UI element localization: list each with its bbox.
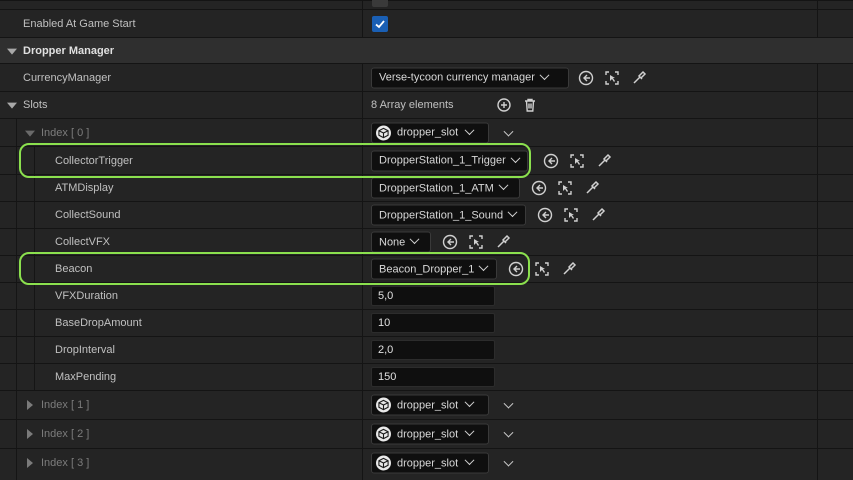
vfx-duration-label: VFXDuration xyxy=(55,290,118,302)
max-pending-input[interactable]: 150 xyxy=(371,367,495,387)
index-2-value: dropper_slot xyxy=(397,428,459,440)
beacon-row: Beacon Beacon_Dropper_1 xyxy=(0,255,853,282)
vfx-label: CollectVFX xyxy=(55,236,111,248)
trash-icon[interactable] xyxy=(521,96,539,114)
index-0-row: Index [ 0 ] dropper_slot xyxy=(0,118,853,146)
atm-value: DropperStation_1_ATM xyxy=(379,182,494,194)
eyedropper-icon[interactable] xyxy=(595,152,613,170)
browse-back-icon[interactable] xyxy=(536,206,554,224)
vfx-duration-input[interactable]: 5,0 xyxy=(371,286,495,306)
atm-display-row: ATMDisplay DropperStation_1_ATM xyxy=(0,174,853,201)
index-3-options-chevron-icon[interactable] xyxy=(503,456,514,467)
drop-interval-row: DropInterval 2,0 xyxy=(0,336,853,363)
index-1-dropdown[interactable]: dropper_slot xyxy=(371,394,489,416)
index-0-label: Index [ 0 ] xyxy=(41,126,90,139)
index-1-expand-arrow-icon[interactable] xyxy=(27,400,33,410)
sound-value: DropperStation_1_Sound xyxy=(379,209,504,221)
atm-label: ATMDisplay xyxy=(55,182,114,194)
enabled-checkbox[interactable] xyxy=(372,15,388,32)
index-2-options-chevron-icon[interactable] xyxy=(503,427,514,438)
cube-icon xyxy=(376,426,391,442)
atm-dropdown[interactable]: DropperStation_1_ATM xyxy=(371,177,520,199)
index-1-options-chevron-icon[interactable] xyxy=(503,398,514,409)
slots-row: Slots 8 Array elements xyxy=(0,91,853,118)
index-1-label: Index [ 1 ] xyxy=(41,399,90,411)
collector-value: DropperStation_1_Trigger xyxy=(379,154,506,167)
index-3-row: Index [ 3 ] dropper_slot xyxy=(0,448,853,480)
category-title: Dropper Manager xyxy=(23,44,115,57)
select-actor-icon[interactable] xyxy=(467,233,485,251)
vfx-dropdown[interactable]: None xyxy=(371,231,431,253)
max-pending-row: MaxPending 150 xyxy=(0,363,853,390)
drop-interval-label: DropInterval xyxy=(55,344,115,356)
select-actor-icon[interactable] xyxy=(603,69,621,87)
slots-expand-arrow-icon[interactable] xyxy=(7,102,17,109)
browse-back-icon[interactable] xyxy=(577,69,595,87)
eyedropper-icon[interactable] xyxy=(583,179,601,197)
index-0-expand-arrow-icon[interactable] xyxy=(25,130,35,137)
eyedropper-icon[interactable] xyxy=(630,69,648,87)
checkmark-icon xyxy=(375,19,385,28)
collect-vfx-row: CollectVFX None xyxy=(0,228,853,255)
max-pending-label: MaxPending xyxy=(55,371,117,383)
browse-back-icon[interactable] xyxy=(507,260,525,278)
index-2-row: Index [ 2 ] dropper_slot xyxy=(0,419,853,448)
index-2-dropdown[interactable]: dropper_slot xyxy=(371,423,489,445)
sound-dropdown[interactable]: DropperStation_1_Sound xyxy=(371,204,526,226)
partial-checkbox[interactable] xyxy=(372,0,388,7)
currency-value: Verse-tycoon currency manager xyxy=(379,71,535,84)
base-drop-amount-row: BaseDropAmount 10 xyxy=(0,309,853,336)
currency-dropdown[interactable]: Verse-tycoon currency manager xyxy=(371,67,569,88)
enabled-label: Enabled At Game Start xyxy=(23,17,136,30)
currency-manager-row: CurrencyManager Verse-tycoon currency ma… xyxy=(0,63,853,91)
sound-label: CollectSound xyxy=(55,209,121,221)
base-drop-input[interactable]: 10 xyxy=(371,313,495,333)
collector-dropdown[interactable]: DropperStation_1_Trigger xyxy=(371,150,528,171)
enabled-at-game-start-row: Enabled At Game Start xyxy=(0,9,853,37)
currency-label: CurrencyManager xyxy=(23,71,112,84)
eyedropper-icon[interactable] xyxy=(494,233,512,251)
index-3-value: dropper_slot xyxy=(397,457,459,469)
select-actor-icon[interactable] xyxy=(533,260,551,278)
beacon-dropdown[interactable]: Beacon_Dropper_1 xyxy=(371,258,497,280)
index-0-value: dropper_slot xyxy=(397,126,459,139)
index-2-label: Index [ 2 ] xyxy=(41,428,90,440)
select-actor-icon[interactable] xyxy=(556,179,574,197)
browse-back-icon[interactable] xyxy=(542,152,560,170)
index-3-expand-arrow-icon[interactable] xyxy=(27,458,33,468)
cube-icon xyxy=(376,125,391,140)
index-2-expand-arrow-icon[interactable] xyxy=(27,429,33,439)
add-element-icon[interactable] xyxy=(495,96,513,114)
collector-label: CollectorTrigger xyxy=(55,154,133,167)
eyedropper-icon[interactable] xyxy=(589,206,607,224)
index-1-row: Index [ 1 ] dropper_slot xyxy=(0,390,853,419)
partial-row xyxy=(0,0,853,9)
drop-interval-input[interactable]: 2,0 xyxy=(371,340,495,360)
collector-trigger-row: CollectorTrigger DropperStation_1_Trigge… xyxy=(0,146,853,174)
collect-sound-row: CollectSound DropperStation_1_Sound xyxy=(0,201,853,228)
select-actor-icon[interactable] xyxy=(568,152,586,170)
eyedropper-icon[interactable] xyxy=(560,260,578,278)
base-drop-label: BaseDropAmount xyxy=(55,317,142,329)
slots-label: Slots xyxy=(23,99,48,111)
index-0-dropdown[interactable]: dropper_slot xyxy=(371,122,489,143)
vfx-duration-row: VFXDuration 5,0 xyxy=(0,282,853,309)
index-1-value: dropper_slot xyxy=(397,399,459,411)
index-0-options-chevron-icon[interactable] xyxy=(503,126,514,137)
browse-back-icon[interactable] xyxy=(530,179,548,197)
index-3-dropdown[interactable]: dropper_slot xyxy=(371,452,489,474)
index-3-label: Index [ 3 ] xyxy=(41,457,90,469)
slots-count: 8 Array elements xyxy=(371,99,454,111)
select-actor-icon[interactable] xyxy=(562,206,580,224)
cube-icon xyxy=(376,397,391,413)
collapse-arrow-icon[interactable] xyxy=(7,48,17,55)
browse-back-icon[interactable] xyxy=(441,233,459,251)
vfx-value: None xyxy=(379,236,406,248)
beacon-value: Beacon_Dropper_1 xyxy=(379,263,475,275)
cube-icon xyxy=(376,455,391,471)
dropper-manager-category[interactable]: Dropper Manager xyxy=(0,37,853,63)
beacon-label: Beacon xyxy=(55,263,93,275)
